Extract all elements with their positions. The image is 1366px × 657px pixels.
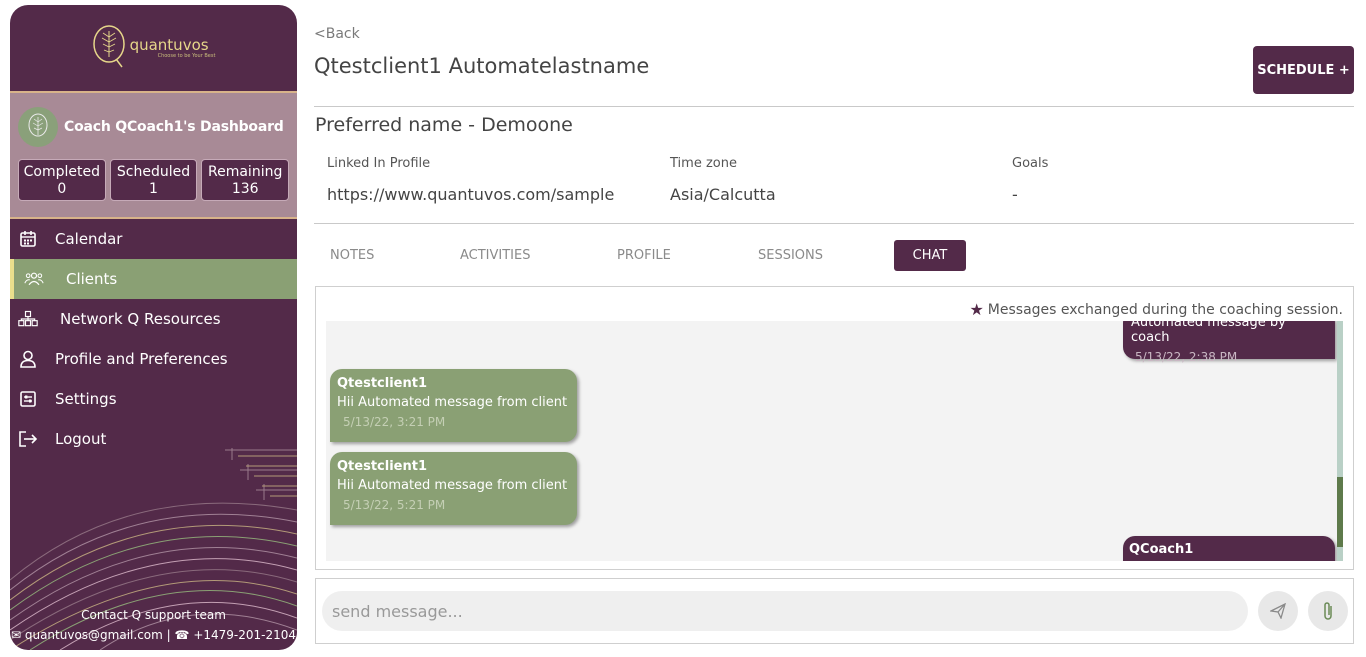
stat-value: 0 — [57, 181, 67, 197]
contact-title: Contact Q support team — [81, 608, 226, 622]
timezone-value: Asia/Calcutta — [670, 185, 776, 204]
tab-activities[interactable]: ACTIVITIES — [460, 240, 530, 271]
tab-notes[interactable]: NOTES — [330, 240, 374, 271]
stat-value: 136 — [231, 181, 259, 197]
sidebar-item-calendar[interactable]: Calendar — [10, 219, 297, 259]
main-content: <Back Qtestclient1 Automatelastname SCHE… — [314, 0, 1354, 657]
contact-phone[interactable]: +1479-201-2104 — [193, 628, 296, 642]
divider: | — [166, 628, 171, 642]
divider — [314, 106, 1354, 107]
dashboard-title: Coach QCoach1's Dashboard — [64, 118, 284, 135]
message-text: Automated message by coach — [1131, 321, 1286, 345]
page-title: Qtestclient1 Automatelastname — [314, 54, 650, 78]
message-time: 5/13/22, 2:38 PM — [1135, 350, 1238, 364]
sidebar-item-network-resources[interactable]: Network Q Resources — [10, 299, 297, 339]
settings-icon — [18, 389, 38, 409]
message-input[interactable]: send message... — [322, 591, 1248, 631]
stat-label: Scheduled — [116, 164, 191, 180]
timezone-label: Time zone — [670, 156, 737, 171]
stats-row: Completed 0 Scheduled 1 Remaining 136 — [10, 159, 297, 201]
message-text: Hii Automated message from client — [337, 478, 568, 493]
stat-value: 1 — [149, 181, 158, 197]
stat-scheduled: Scheduled 1 — [109, 159, 198, 201]
sidebar-item-settings[interactable]: Settings — [10, 379, 297, 419]
clients-icon — [24, 269, 44, 289]
message-sender: Qtestclient1 — [337, 376, 427, 391]
avatar — [18, 106, 58, 147]
message-time: 5/13/22, 5:21 PM — [343, 498, 446, 512]
attach-button[interactable] — [1308, 591, 1348, 631]
sidebar-item-label: Settings — [55, 390, 117, 408]
linkedin-value[interactable]: https://www.quantuvos.com/sample — [327, 185, 614, 204]
network-icon — [18, 309, 38, 329]
tab-sessions[interactable]: SESSIONS — [758, 240, 823, 271]
stat-completed: Completed 0 — [18, 159, 106, 201]
mail-icon: ✉ — [10, 628, 22, 642]
phone-icon: ☎ — [174, 628, 190, 642]
send-button[interactable] — [1258, 591, 1298, 631]
contact-support: Contact Q support team ✉ quantuvos@gmail… — [10, 608, 297, 642]
message-time: 5/13/22, 3:21 PM — [343, 415, 446, 429]
logout-icon — [18, 429, 38, 449]
tab-chat[interactable]: CHAT — [894, 240, 966, 271]
sidebar-item-profile[interactable]: Profile and Preferences — [10, 339, 297, 379]
dashboard-summary: Coach QCoach1's Dashboard Completed 0 Sc… — [10, 93, 297, 219]
preferred-name: Preferred name - Demoone — [315, 114, 573, 136]
stat-label: Remaining — [208, 164, 283, 180]
back-link[interactable]: <Back — [314, 26, 360, 42]
contact-email[interactable]: quantuvos@gmail.com — [25, 628, 163, 642]
sidebar-item-label: Clients — [66, 270, 118, 288]
message-incoming: Qtestclient1 Hii Automated message from … — [330, 452, 577, 525]
paperclip-icon — [1324, 602, 1332, 620]
star-icon: ★ — [969, 300, 984, 319]
chat-note-text: Messages exchanged during the coaching s… — [987, 301, 1343, 318]
chat-note: ★ Messages exchanged during the coaching… — [969, 300, 1343, 319]
profile-icon — [18, 349, 38, 369]
goals-value: - — [1012, 185, 1018, 204]
sidebar-item-logout[interactable]: Logout — [10, 419, 297, 459]
message-sender: QCoach1 — [1129, 542, 1194, 557]
contact-line: ✉ quantuvos@gmail.com | ☎ +1479-201-2104 — [10, 628, 297, 642]
sidebar-item-label: Logout — [55, 430, 107, 448]
logo-text: quantuvos — [129, 36, 209, 54]
sidebar-item-clients[interactable]: Clients — [10, 259, 297, 299]
goals-label: Goals — [1012, 156, 1049, 171]
send-icon — [1270, 603, 1286, 619]
tab-profile[interactable]: PROFILE — [617, 240, 671, 271]
sidebar-nav: Calendar Clients Network Q Resources Pro… — [10, 219, 297, 459]
logo-area: quantuvos Choose to be Your Best — [10, 5, 297, 93]
stat-label: Completed — [23, 164, 101, 180]
sidebar-item-label: Calendar — [55, 230, 123, 248]
stat-remaining: Remaining 136 — [201, 159, 290, 201]
message-incoming: Qtestclient1 Hii Automated message from … — [330, 369, 577, 442]
logo-tagline: Choose to be Your Best — [157, 53, 216, 59]
calendar-icon — [18, 229, 38, 249]
sidebar-item-label: Profile and Preferences — [55, 350, 228, 368]
message-list[interactable]: Automated message by coach 5/13/22, 2:38… — [326, 321, 1343, 561]
message-outgoing: QCoach1 — [1123, 536, 1335, 561]
logo[interactable]: quantuvos Choose to be Your Best — [92, 23, 216, 73]
tree-avatar-icon — [28, 113, 48, 136]
linkedin-label: Linked In Profile — [327, 156, 431, 171]
message-outgoing: Automated message by coach 5/13/22, 2:38… — [1123, 321, 1335, 364]
sidebar: quantuvos Choose to be Your Best Coach Q… — [10, 5, 297, 650]
scrollbar-thumb[interactable] — [1337, 477, 1343, 547]
chat-panel: ★ Messages exchanged during the coaching… — [315, 286, 1354, 570]
message-composer: send message... — [315, 578, 1354, 644]
message-sender: Qtestclient1 — [337, 459, 427, 474]
schedule-button[interactable]: SCHEDULE + — [1253, 46, 1354, 94]
message-text: Hii Automated message from client — [337, 395, 568, 410]
divider — [314, 223, 1354, 224]
sidebar-item-label: Network Q Resources — [60, 310, 221, 328]
tree-logo-icon — [92, 25, 125, 68]
